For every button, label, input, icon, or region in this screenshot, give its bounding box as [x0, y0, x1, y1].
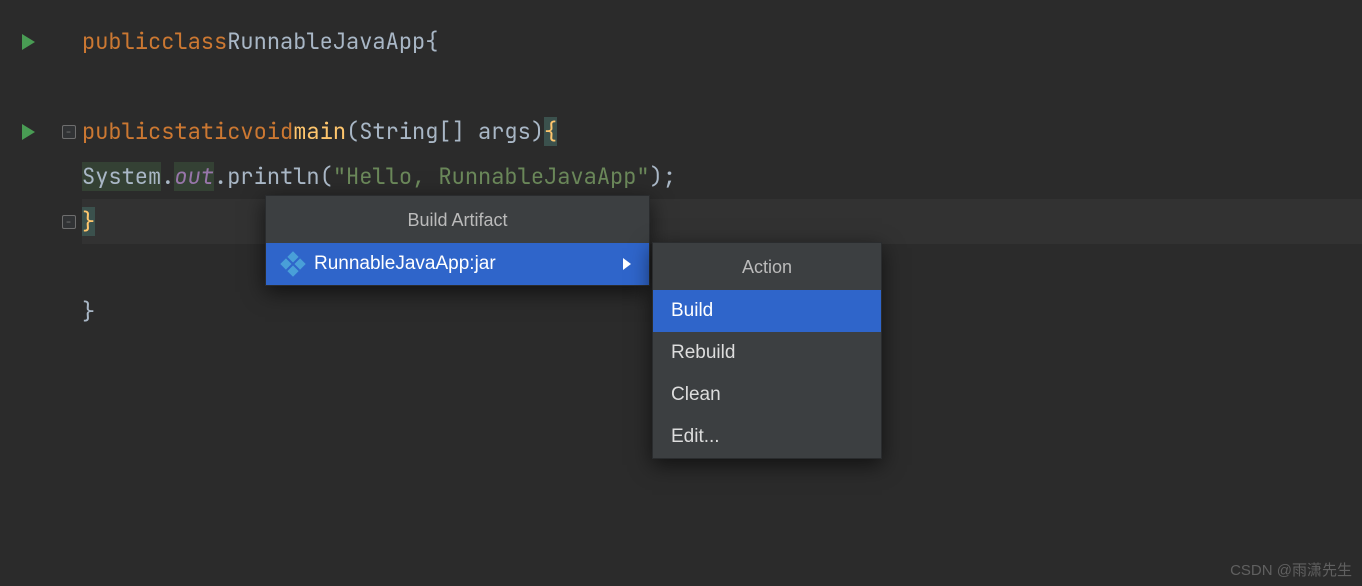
- keyword: public: [82, 27, 161, 56]
- brace-open: {: [544, 117, 557, 146]
- action-clean[interactable]: Clean: [653, 374, 881, 416]
- gutter: [0, 0, 56, 586]
- artifact-icon: [280, 251, 305, 276]
- string-literal: "Hello, RunnableJavaApp": [333, 162, 650, 191]
- brace: {: [425, 27, 438, 56]
- menu-label: Clean: [671, 384, 721, 406]
- keyword: public: [82, 117, 161, 146]
- artifact-menu-item[interactable]: RunnableJavaApp:jar: [266, 243, 649, 285]
- dot: .: [161, 162, 174, 191]
- code-editor[interactable]: public class RunnableJavaApp { public st…: [82, 0, 1362, 586]
- menu-label: Edit...: [671, 426, 720, 448]
- run-main-icon[interactable]: [22, 124, 35, 140]
- class-name: RunnableJavaApp: [227, 27, 425, 56]
- brace-close: }: [82, 297, 95, 326]
- run-class-icon[interactable]: [22, 34, 35, 50]
- method-call: println(: [227, 162, 333, 191]
- watermark: CSDN @雨潇先生: [1230, 559, 1352, 580]
- keyword: void: [240, 117, 293, 146]
- brace-close: }: [82, 207, 95, 236]
- keyword: class: [161, 27, 227, 56]
- action-submenu: Action Build Rebuild Clean Edit...: [652, 242, 882, 459]
- artifact-label: RunnableJavaApp:jar: [314, 253, 496, 275]
- fold-expand-icon[interactable]: −: [62, 215, 76, 229]
- menu-label: Rebuild: [671, 342, 735, 364]
- action-edit[interactable]: Edit...: [653, 416, 881, 458]
- keyword: static: [161, 117, 240, 146]
- static-field: out: [174, 162, 214, 191]
- method-name: main: [293, 117, 346, 146]
- class-ref: System: [82, 162, 161, 191]
- fold-column: − −: [56, 0, 82, 586]
- fold-collapse-icon[interactable]: −: [62, 125, 76, 139]
- close: );: [650, 162, 676, 191]
- submenu-title: Action: [653, 243, 881, 290]
- action-rebuild[interactable]: Rebuild: [653, 332, 881, 374]
- chevron-right-icon: [623, 258, 631, 270]
- dot: .: [214, 162, 227, 191]
- signature: (String[] args): [346, 117, 544, 146]
